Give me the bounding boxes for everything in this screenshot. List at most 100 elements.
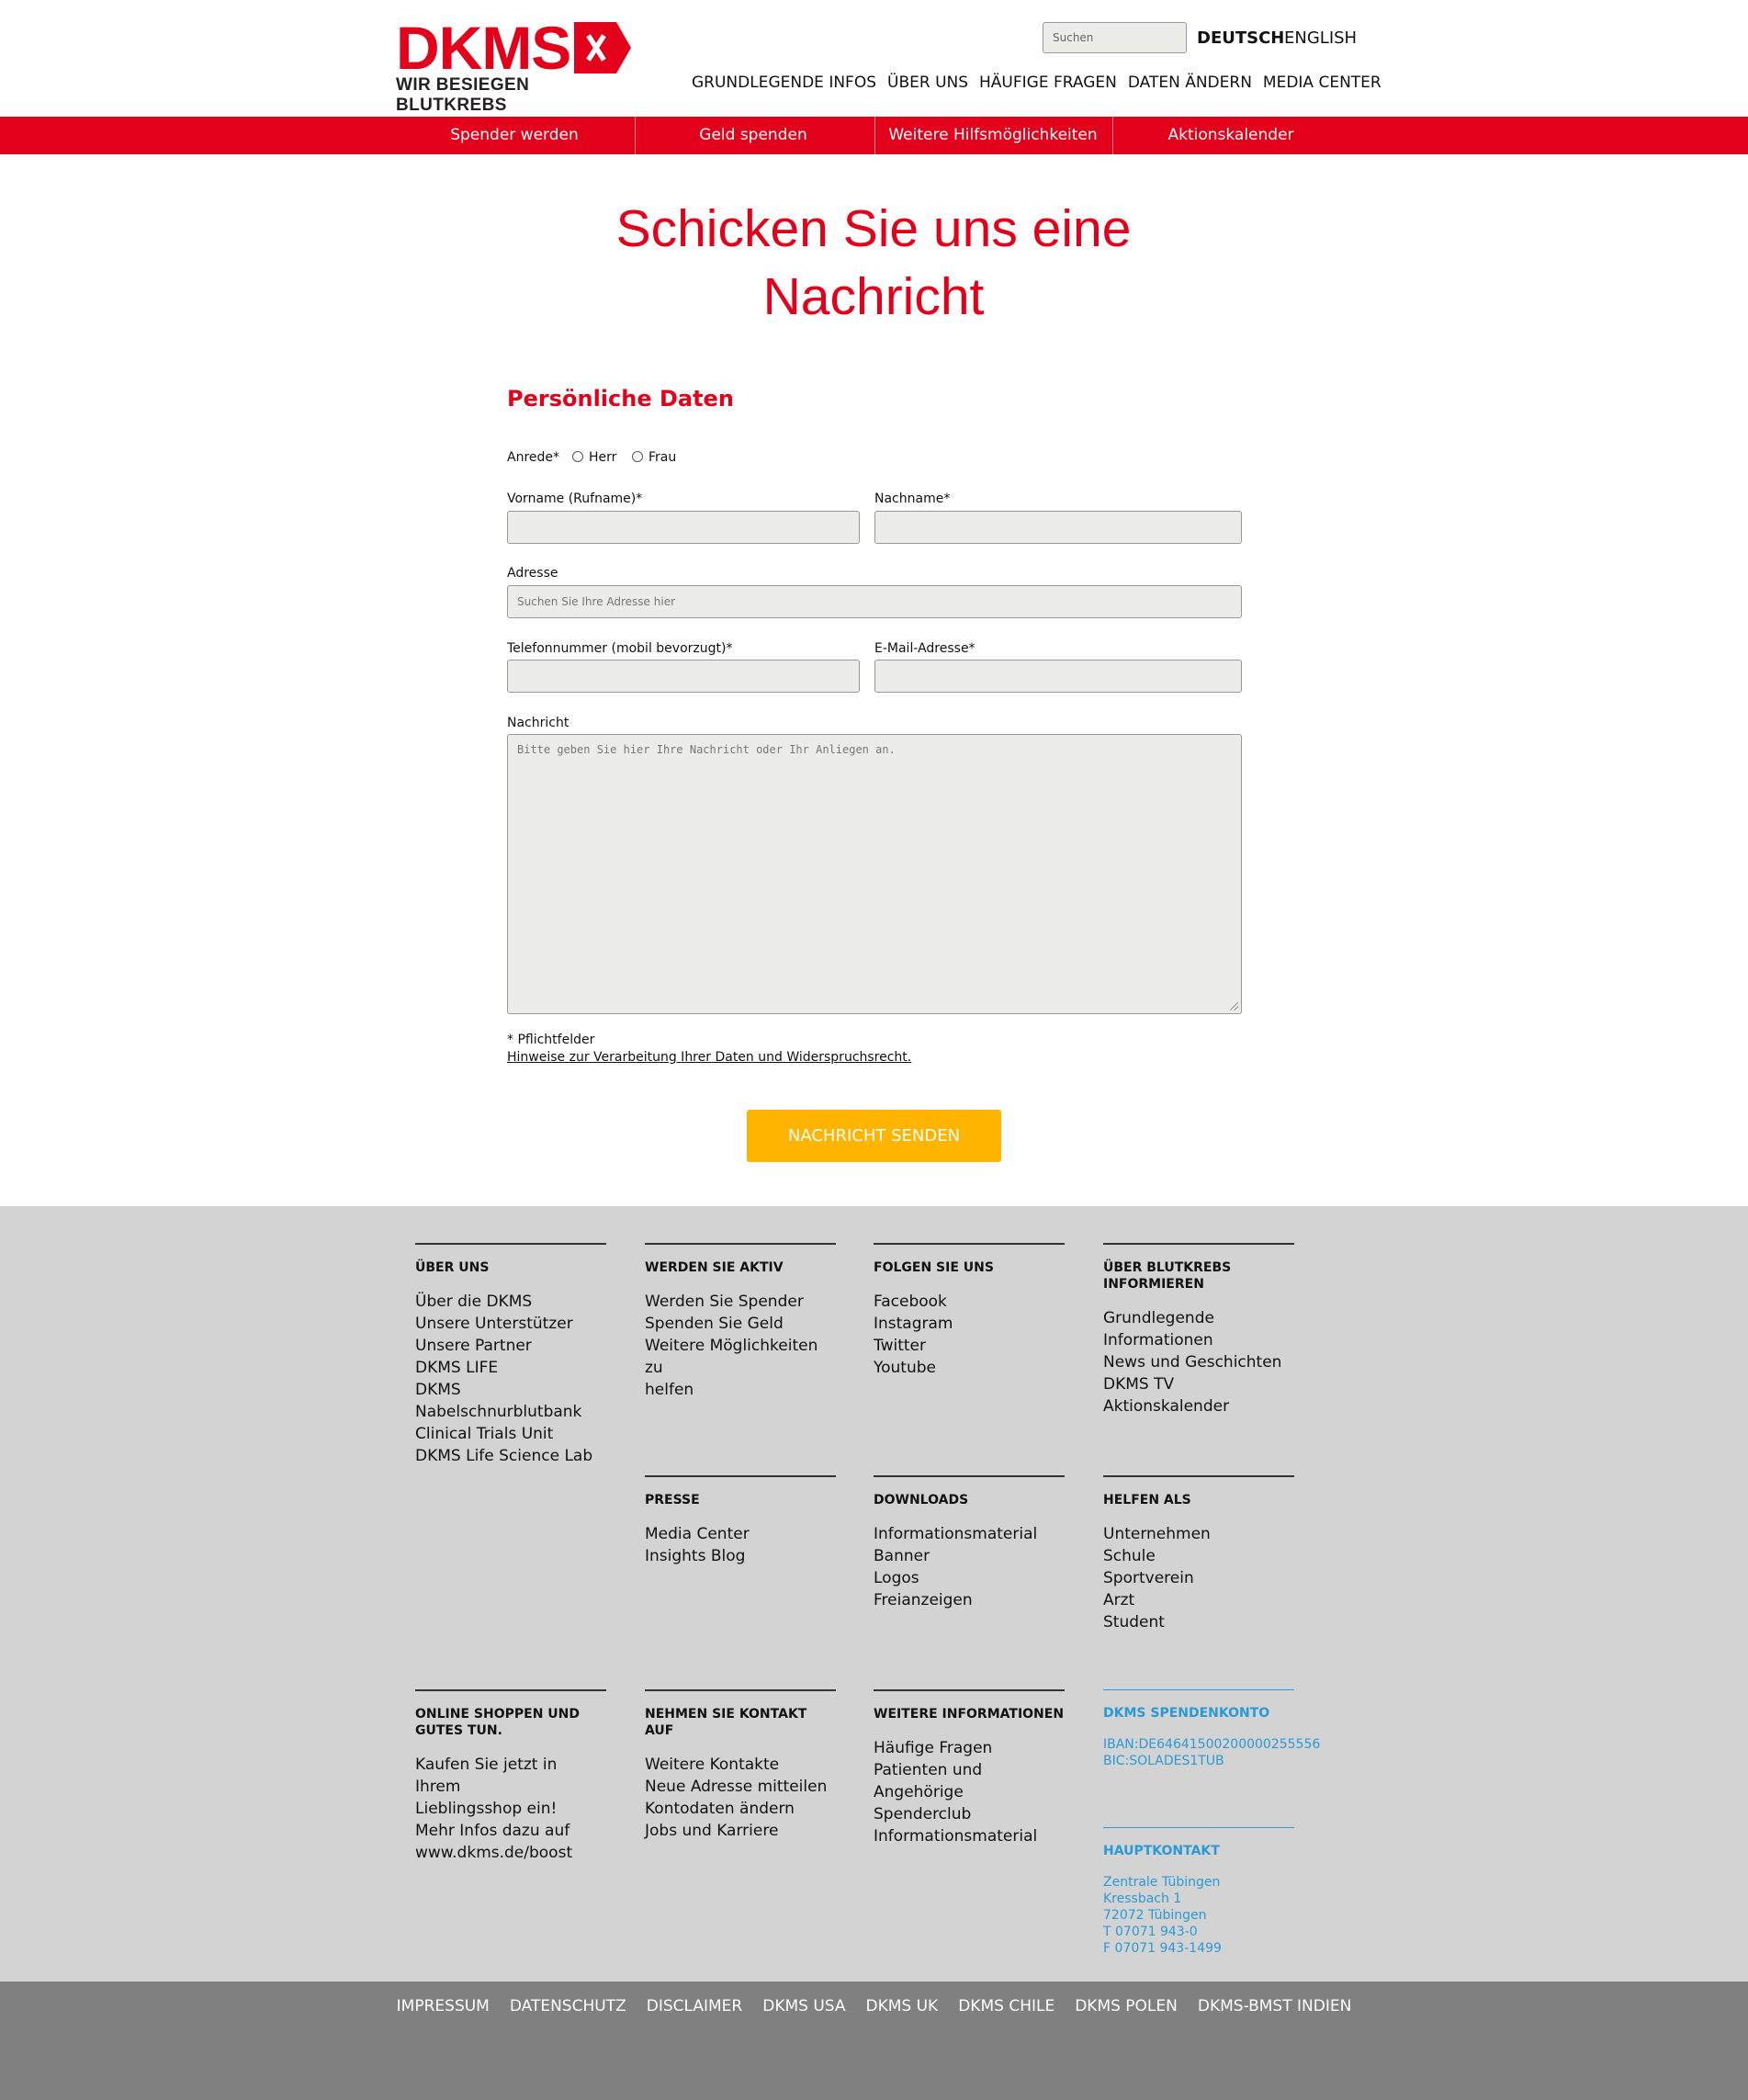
footer-link-instagram[interactable]: Instagram	[874, 1313, 1065, 1335]
footer-heading: DKMS SPENDENKONTO	[1103, 1706, 1270, 1721]
footer-link[interactable]: Sportverein	[1103, 1567, 1294, 1589]
footer-heading: PRESSE	[645, 1493, 700, 1507]
footer-link[interactable]: Spenden Sie Geld	[645, 1313, 836, 1335]
topnav-haeufige-fragen[interactable]: HÄUFIGE FRAGEN	[979, 73, 1117, 92]
phone-field[interactable]	[507, 660, 860, 693]
lastname-field[interactable]	[874, 511, 1242, 544]
footer-link[interactable]: Arzt	[1103, 1589, 1294, 1611]
footer-heading: ONLINE SHOPPEN UND GUTES TUN.	[415, 1707, 580, 1738]
footer-link[interactable]: Patienten und Angehörige	[874, 1759, 1065, 1803]
contact-phone[interactable]: T 07071 943-0	[1103, 1924, 1294, 1940]
lang-english-link[interactable]: ENGLISH	[1284, 28, 1357, 48]
required-fields-note: * Pflichtfelder	[507, 1033, 595, 1047]
address-label: Adresse	[507, 566, 558, 581]
footer-heading: HELFEN ALS	[1103, 1493, 1191, 1507]
bottom-link-dkms-polen[interactable]: DKMS POLEN	[1075, 1997, 1178, 2015]
footer-link[interactable]: Weitere Kontakte	[645, 1754, 836, 1776]
footer-link[interactable]: Banner	[874, 1545, 1065, 1567]
footer-heading: DOWNLOADS	[874, 1493, 969, 1507]
footer-link[interactable]: DKMS	[415, 1379, 606, 1401]
footer-link[interactable]: Freianzeigen	[874, 1589, 1065, 1611]
nav-geld-spenden[interactable]: Geld spenden	[635, 117, 872, 154]
footer-col-hauptkontakt: HAUPTKONTAKT Zentrale Tübingen Kressbach…	[1103, 1827, 1294, 1957]
privacy-notice-link[interactable]: Hinweise zur Verarbeitung Ihrer Daten un…	[507, 1050, 911, 1065]
footer-col-spendenkonto: DKMS SPENDENKONTO IBAN:DE646415002000002…	[1103, 1689, 1321, 1769]
nav-weitere-hilfsmoeglichkeiten[interactable]: Weitere Hilfsmöglichkeiten	[874, 117, 1111, 154]
footer-link-facebook[interactable]: Facebook	[874, 1291, 1065, 1313]
footer-link[interactable]: DKMS Life Science Lab	[415, 1445, 606, 1467]
email-field[interactable]	[874, 660, 1242, 693]
footer-link[interactable]: www.dkms.de/boost	[415, 1842, 606, 1864]
footer-heading: WEITERE INFORMATIONEN	[874, 1707, 1065, 1722]
nav-aktionskalender[interactable]: Aktionskalender	[1112, 117, 1349, 154]
contact-line: Zentrale Tübingen	[1103, 1875, 1221, 1890]
topnav-media-center[interactable]: MEDIA CENTER	[1263, 73, 1381, 92]
footer-link[interactable]: Insights Blog	[645, 1545, 836, 1567]
salutation-frau-radio[interactable]	[632, 451, 643, 462]
footer-link[interactable]: Schule	[1103, 1545, 1294, 1567]
resize-grip-icon[interactable]	[1230, 1002, 1238, 1010]
footer-link[interactable]: News und Geschichten	[1103, 1351, 1294, 1373]
footer-col-ueber-uns: ÜBER UNS Über die DKMS Unsere Unterstütz…	[415, 1243, 606, 1467]
footer-link[interactable]: Media Center	[645, 1523, 836, 1545]
logo-wordmark: DKMS	[396, 14, 571, 82]
footer-link[interactable]: Werden Sie Spender	[645, 1291, 836, 1313]
topnav-grundlegende-infos[interactable]: GRUNDLEGENDE INFOS	[692, 73, 876, 92]
footer-link[interactable]: Neue Adresse mitteilen	[645, 1776, 836, 1798]
footer-link[interactable]: Lieblingsshop ein!	[415, 1798, 606, 1820]
footer-link[interactable]: Informationen	[1103, 1329, 1294, 1351]
topnav-daten-aendern[interactable]: DATEN ÄNDERN	[1128, 73, 1252, 92]
footer-link[interactable]: Unternehmen	[1103, 1523, 1294, 1545]
bottom-link-impressum[interactable]: IMPRESSUM	[397, 1997, 490, 2015]
iban-text: IBAN:DE64641500200000255556	[1103, 1737, 1321, 1752]
search-input[interactable]: Suchen	[1043, 22, 1187, 53]
bottom-link-dkms-uk[interactable]: DKMS UK	[866, 1997, 939, 2015]
footer-link[interactable]: Grundlegende	[1103, 1307, 1294, 1329]
footer-link[interactable]: DKMS LIFE	[415, 1357, 606, 1379]
footer-link[interactable]: Kontodaten ändern	[645, 1798, 836, 1820]
footer-link[interactable]: Unsere Unterstützer	[415, 1313, 606, 1335]
topnav-ueber-uns[interactable]: ÜBER UNS	[887, 73, 968, 92]
footer-link[interactable]: Mehr Infos dazu auf	[415, 1820, 606, 1842]
footer-heading: ÜBER UNS	[415, 1260, 490, 1275]
footer-link[interactable]: Informationsmaterial	[874, 1523, 1065, 1545]
footer-link-twitter[interactable]: Twitter	[874, 1335, 1065, 1357]
footer-link[interactable]: Logos	[874, 1567, 1065, 1589]
footer-link[interactable]: Student	[1103, 1611, 1294, 1633]
bottom-link-datenschutz[interactable]: DATENSCHUTZ	[510, 1997, 626, 2015]
send-message-button[interactable]: NACHRICHT SENDEN	[747, 1110, 1001, 1162]
footer-link[interactable]: Informationsmaterial	[874, 1825, 1065, 1847]
firstname-field[interactable]	[507, 511, 860, 544]
dkms-logo[interactable]: DKMS WIR BESIEGEN BLUTKREBS	[396, 14, 637, 115]
nav-spender-werden[interactable]: Spender werden	[396, 117, 633, 154]
footer-link[interactable]: Nabelschnurblutbank	[415, 1401, 606, 1423]
footer-heading: HAUPTKONTAKT	[1103, 1844, 1220, 1858]
footer-link[interactable]: Clinical Trials Unit	[415, 1423, 606, 1445]
footer-link[interactable]: Über die DKMS	[415, 1291, 606, 1313]
footer-link[interactable]: Jobs und Karriere	[645, 1820, 836, 1842]
footer-link[interactable]: DKMS TV	[1103, 1373, 1294, 1395]
salutation-herr-radio[interactable]	[572, 451, 583, 462]
lang-deutsch-link[interactable]: DEUTSCH	[1197, 28, 1284, 48]
footer-link[interactable]: Unsere Partner	[415, 1335, 606, 1357]
logo-tagline: WIR BESIEGEN BLUTKREBS	[396, 75, 530, 115]
footer-col-helfen-als: HELFEN ALS Unternehmen Schule Sportverei…	[1103, 1475, 1294, 1633]
message-textarea[interactable]: Bitte geben Sie hier Ihre Nachricht oder…	[507, 734, 1242, 1014]
salutation-herr-label: Herr	[589, 450, 617, 465]
main-navigation: Spender werden Geld spenden Weitere Hilf…	[0, 117, 1748, 154]
phone-label: Telefonnummer (mobil bevorzugt)*	[507, 641, 733, 656]
bottom-link-dkms-usa[interactable]: DKMS USA	[762, 1997, 845, 2015]
bottom-link-dkms-bmst-indien[interactable]: DKMS-BMST INDIEN	[1198, 1997, 1351, 2015]
bottom-link-dkms-chile[interactable]: DKMS CHILE	[958, 1997, 1054, 2015]
footer-link-youtube[interactable]: Youtube	[874, 1357, 1065, 1379]
footer-link[interactable]: Spenderclub	[874, 1803, 1065, 1825]
footer-link[interactable]: Aktionskalender	[1103, 1395, 1294, 1417]
address-field[interactable]: Suchen Sie Ihre Adresse hier	[507, 585, 1242, 618]
footer-link[interactable]: Kaufen Sie jetzt in Ihrem	[415, 1754, 606, 1798]
salutation-frau-label: Frau	[648, 450, 677, 465]
footer-link[interactable]: Häufige Fragen	[874, 1737, 1065, 1759]
bottom-link-disclaimer[interactable]: DISCLAIMER	[647, 1997, 743, 2015]
footer-link[interactable]: Weitere Möglichkeiten zu	[645, 1335, 836, 1379]
footer: ÜBER UNS Über die DKMS Unsere Unterstütz…	[0, 1206, 1748, 1981]
footer-link[interactable]: helfen	[645, 1379, 836, 1401]
